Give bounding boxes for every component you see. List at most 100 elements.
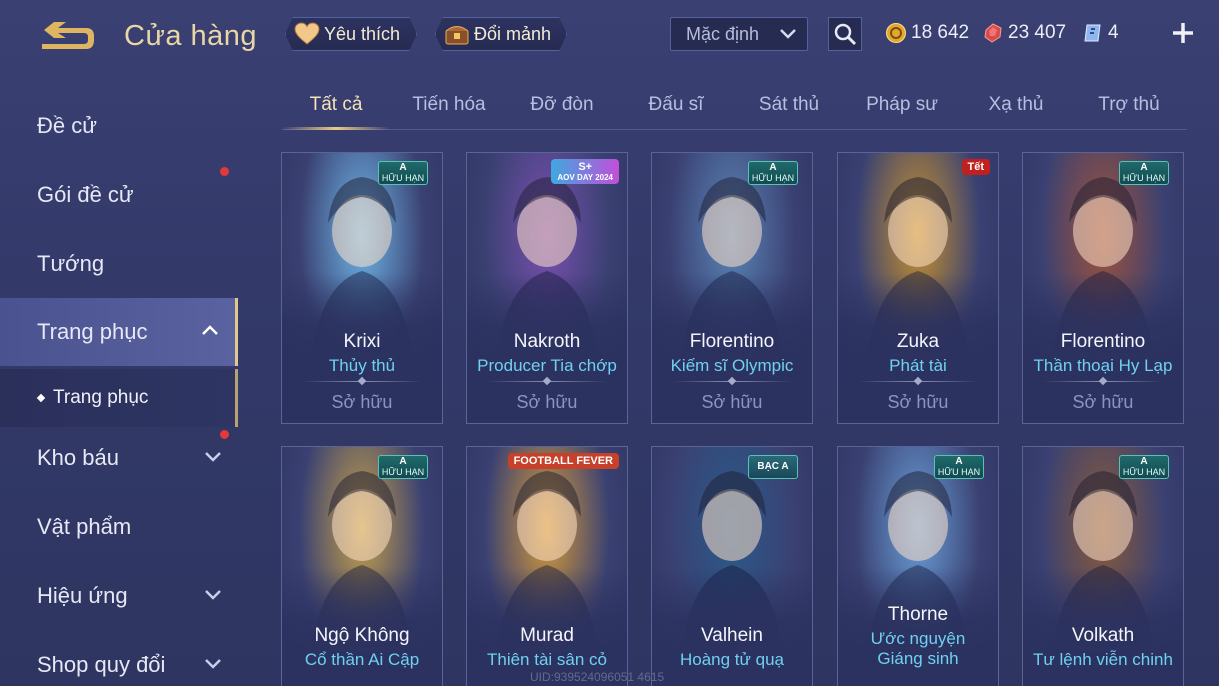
notification-dot (220, 167, 229, 176)
skin-card[interactable]: A HỮU HẠN Florentino Thần thoại Hy Lạp Sở hữ… (1022, 152, 1184, 424)
rarity-limited-label: HỮU HẠN (381, 467, 425, 477)
ruby-currency: 23 407 (982, 20, 1066, 46)
chevron-down-icon (205, 452, 221, 462)
add-currency-button[interactable] (1170, 20, 1196, 46)
tab-fighter[interactable]: Đấu sĩ (622, 94, 730, 128)
hero-name: Murad (520, 625, 574, 646)
sidebar-item-label: Trang phục (37, 319, 148, 344)
hero-name: Krixi (343, 331, 381, 352)
skin-card[interactable]: A HỮU HẠN Krixi Thủy thủ Sở hữu (281, 152, 443, 424)
skin-card[interactable]: BẠC A Valhein Hoàng tử quạ (651, 446, 813, 686)
search-button[interactable] (828, 17, 862, 51)
skin-name: Thủy thủ (328, 356, 396, 375)
voucher-currency: 4 (1082, 20, 1119, 46)
rarity-grade: A (399, 162, 407, 173)
sidebar-item-label: Shop quy đổi (37, 652, 166, 677)
tab-assassin[interactable]: Sát thủ (735, 94, 843, 128)
skin-grid: A HỮU HẠN Krixi Thủy thủ Sở hữu S+ AOV DAY 202… (281, 152, 1187, 686)
sidebar-item-effects[interactable]: Hiệu ứng (0, 566, 238, 626)
rarity-grade: A (1140, 162, 1148, 173)
hero-name: Zuka (896, 331, 940, 352)
event-title: Tết (967, 161, 985, 173)
rarity-grade: A (1140, 456, 1148, 467)
tab-tank[interactable]: Đỡ đòn (508, 94, 616, 128)
skin-card[interactable]: A HỮU HẠN Volkath Tư lệnh viễn chinh (1022, 446, 1184, 686)
sidebar-item-treasure[interactable]: Kho báu (0, 428, 238, 488)
search-icon (834, 23, 857, 46)
card-divider (858, 381, 978, 382)
treasure-chest-icon (442, 20, 472, 48)
skin-name: Producer Tia chớp (477, 356, 617, 375)
skin-card[interactable]: A HỮU HẠN Ngộ Không Cổ thần Ai Cập (281, 446, 443, 686)
sidebar-item-label: Gói đề cử (37, 182, 134, 207)
skin-name: Cổ thần Ai Cập (304, 650, 420, 669)
event-logo: S+ AOV DAY 2024 (551, 159, 619, 184)
sort-value: Mặc định (686, 23, 760, 44)
chevron-down-icon (780, 29, 796, 39)
event-logo: FOOTBALL FEVER (507, 453, 619, 469)
rarity-badge: A HỮU HẠN (378, 455, 428, 479)
back-button[interactable] (36, 20, 98, 56)
top-bar: Cửa hàng Yêu thích Đổi mảnh Mặc định 18 … (0, 0, 1219, 72)
rarity-badge: A HỮU HẠN (1119, 161, 1169, 185)
rarity-limited-label: HỮU HẠN (381, 173, 425, 183)
owned-status: Sở hữu (331, 392, 393, 412)
back-arrow-icon (42, 22, 94, 49)
rarity-grade: A (769, 162, 777, 173)
sidebar-item-bundles[interactable]: Gói đề cử (0, 165, 238, 225)
tab-evolution[interactable]: Tiến hóa (395, 94, 503, 128)
sidebar-item-exchange-shop[interactable]: Shop quy đổi (0, 635, 238, 686)
sidebar-item-label: Kho báu (37, 445, 119, 470)
sidebar-item-skins[interactable]: Trang phục (0, 298, 238, 366)
rarity-grade: BẠC A (757, 461, 789, 472)
skin-card[interactable]: Tết Zuka Phát tài Sở hữu (837, 152, 999, 424)
gold-coin-icon (886, 23, 906, 43)
tab-support[interactable]: Trợ thủ (1075, 94, 1183, 128)
skin-name: Tư lệnh viễn chinh (1033, 650, 1173, 669)
notification-dot (220, 430, 229, 439)
sidebar-item-recommended[interactable]: Đề cử (0, 96, 238, 156)
skin-card[interactable]: A HỮU HẠN Florentino Kiếm sĩ Olympic Sở hữu (651, 152, 813, 424)
sidebar-item-label: Tướng (37, 251, 105, 276)
rarity-grade: A (399, 456, 407, 467)
voucher-amount: 4 (1108, 22, 1119, 43)
skin-card[interactable]: S+ AOV DAY 2024 Nakroth Producer Tia chớp Sở… (466, 152, 628, 424)
skin-card[interactable]: A HỮU HẠN Thorne Ước nguyện Giáng sinh (837, 446, 999, 686)
skin-name: Kiếm sĩ Olympic (670, 356, 794, 375)
sidebar-item-items[interactable]: Vật phẩm (0, 497, 238, 557)
rarity-badge: A HỮU HẠN (748, 161, 798, 185)
hero-name: Florentino (1060, 331, 1146, 352)
gold-amount: 18 642 (911, 22, 970, 43)
rarity-limited-label: HỮU HẠN (1122, 467, 1166, 477)
chevron-down-icon (205, 659, 221, 669)
sidebar-subitem-skins[interactable]: Trang phục (0, 369, 238, 427)
skin-name: Phát tài (889, 356, 947, 375)
ruby-amount: 23 407 (1008, 22, 1067, 43)
event-title: S+ (578, 161, 593, 173)
rarity-limited-label: HỮU HẠN (751, 173, 795, 183)
skin-card[interactable]: FOOTBALL FEVER Murad Thiên tài sân cỏ (466, 446, 628, 686)
heart-icon (292, 20, 322, 48)
tab-marksman[interactable]: Xạ thủ (962, 94, 1070, 128)
tab-mage[interactable]: Pháp sư (848, 94, 956, 128)
card-divider (1043, 381, 1163, 382)
rarity-badge: BẠC A (748, 455, 798, 479)
rarity-limited-label: HỮU HẠN (1122, 173, 1166, 183)
rarity-badge: A HỮU HẠN (1119, 455, 1169, 479)
sort-dropdown[interactable]: Mặc định (670, 17, 808, 51)
bullet-icon (36, 393, 46, 403)
sidebar-item-heroes[interactable]: Tướng (0, 234, 238, 294)
card-divider (302, 381, 422, 382)
exchange-shards-label: Đổi mảnh (474, 23, 552, 44)
favorites-button[interactable]: Yêu thích (285, 17, 417, 51)
uid-watermark: UID:939524096051 4615 (530, 670, 665, 684)
sidebar-subitem-label: Trang phục (53, 387, 149, 408)
chevron-up-icon (202, 325, 218, 335)
page-title: Cửa hàng (124, 20, 258, 52)
exchange-shards-button[interactable]: Đổi mảnh (435, 17, 567, 51)
event-logo: Tết (961, 159, 990, 175)
sidebar-item-label: Hiệu ứng (37, 583, 128, 608)
skin-name: Thiên tài sân cỏ (486, 650, 607, 669)
skin-name: Thần thoại Hy Lạp (1033, 356, 1173, 375)
tab-all[interactable]: Tất cả (282, 94, 390, 128)
